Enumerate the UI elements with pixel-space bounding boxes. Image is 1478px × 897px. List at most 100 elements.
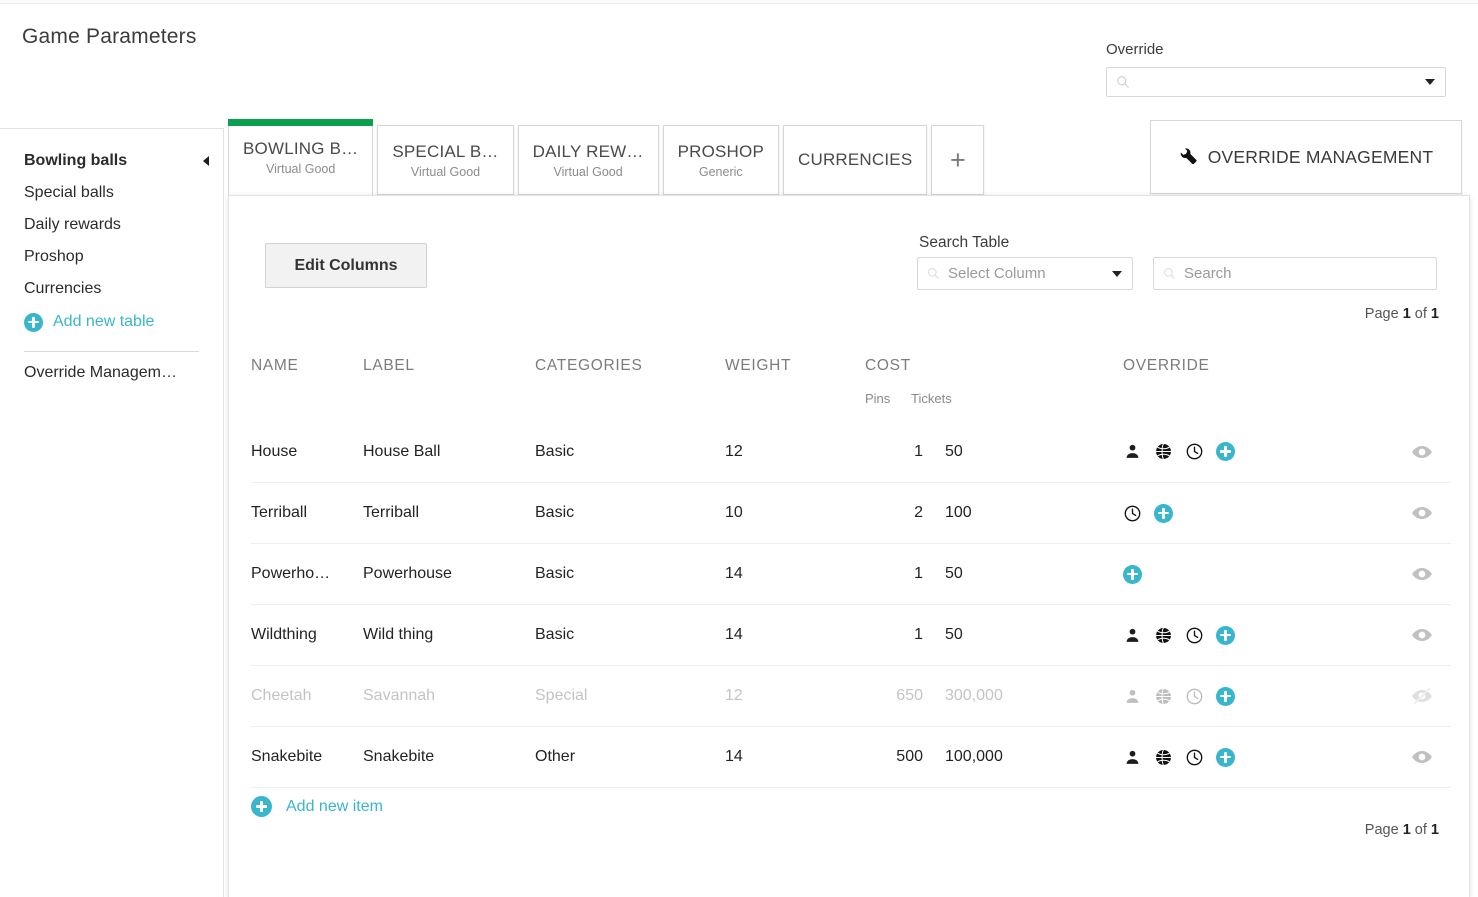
- pagination-bottom: Page 1 of 1: [1365, 822, 1439, 838]
- search-input-value: Search: [1184, 265, 1232, 282]
- cell-tickets: 300,000: [923, 687, 983, 705]
- active-tab-indicator: [228, 119, 373, 126]
- cell-visibility: [1283, 563, 1451, 585]
- eye-off-icon[interactable]: [1411, 685, 1433, 707]
- column-header-label[interactable]: LABEL: [363, 351, 535, 421]
- cell-name: Powerho…: [251, 565, 363, 583]
- pagination-prefix: Page: [1365, 306, 1403, 322]
- tab-daily-rewards[interactable]: DAILY REW… Virtual Good: [518, 125, 659, 195]
- eye-icon[interactable]: [1411, 624, 1433, 646]
- table-row[interactable]: Terriball Terriball Basic 10 2 100: [251, 482, 1451, 543]
- sidebar-item-daily-rewards[interactable]: Daily rewards: [0, 209, 223, 241]
- plus-circle-icon[interactable]: [1216, 442, 1235, 461]
- plus-circle-icon[interactable]: [1123, 565, 1142, 584]
- clock-icon[interactable]: [1185, 687, 1204, 706]
- add-tab-button[interactable]: +: [931, 125, 984, 195]
- tab-subtitle: Virtual Good: [266, 162, 335, 176]
- column-header-categories[interactable]: CATEGORIES: [535, 351, 725, 421]
- table-row[interactable]: Powerho… Powerhouse Basic 14 1 50: [251, 543, 1451, 604]
- user-icon[interactable]: [1123, 748, 1142, 767]
- plus-circle-icon[interactable]: [1154, 504, 1173, 523]
- plus-circle-icon[interactable]: [1216, 626, 1235, 645]
- cell-pins: 1: [865, 443, 923, 461]
- clock-icon[interactable]: [1185, 626, 1204, 645]
- sidebar-item-override-management[interactable]: Override Managem…: [0, 352, 223, 394]
- sidebar-item-bowling-balls[interactable]: Bowling balls: [0, 145, 223, 177]
- sidebar-item-label: Daily rewards: [24, 216, 121, 234]
- tab-currencies[interactable]: CURRENCIES: [783, 125, 927, 195]
- user-icon[interactable]: [1123, 442, 1142, 461]
- cell-categories: Basic: [535, 626, 725, 644]
- select-column-value: Select Column: [948, 265, 1046, 282]
- table-row[interactable]: House House Ball Basic 12 1 50: [251, 421, 1451, 482]
- user-icon[interactable]: [1123, 626, 1142, 645]
- cell-weight: 14: [725, 565, 865, 583]
- cost-subcolumns: Pins Tickets: [865, 375, 983, 406]
- chevron-down-icon: [1112, 271, 1122, 277]
- sidebar-item-special-balls[interactable]: Special balls: [0, 177, 223, 209]
- add-new-table-button[interactable]: Add new table: [0, 305, 223, 339]
- sidebar-list: Bowling balls Special balls Daily reward…: [0, 129, 223, 394]
- clock-icon[interactable]: [1123, 504, 1142, 523]
- cell-categories: Basic: [535, 443, 725, 461]
- cell-tickets: 50: [923, 443, 983, 461]
- plus-circle-icon[interactable]: [1216, 748, 1235, 767]
- chevron-left-icon[interactable]: [203, 156, 209, 166]
- add-new-table-label: Add new table: [53, 313, 154, 331]
- globe-icon[interactable]: [1154, 687, 1173, 706]
- table-row[interactable]: Cheetah Savannah Special 12 650 300,000: [251, 665, 1451, 726]
- top-strip: [0, 0, 1478, 4]
- tab-title: BOWLING B…: [243, 139, 358, 159]
- cell-visibility: [1283, 746, 1451, 768]
- pagination-middle: of: [1411, 306, 1431, 322]
- override-management-button[interactable]: OVERRIDE MANAGEMENT: [1150, 120, 1462, 194]
- cell-categories: Basic: [535, 504, 725, 522]
- sidebar-item-label: Override Managem…: [24, 364, 177, 382]
- cell-label: Snakebite: [363, 748, 535, 766]
- cell-tickets: 50: [923, 565, 983, 583]
- pagination-total: 1: [1431, 822, 1439, 838]
- clock-icon[interactable]: [1185, 748, 1204, 767]
- add-new-item-button[interactable]: Add new item: [251, 796, 383, 817]
- globe-icon[interactable]: [1154, 748, 1173, 767]
- cell-name: House: [251, 443, 363, 461]
- eye-icon[interactable]: [1411, 746, 1433, 768]
- eye-icon[interactable]: [1411, 441, 1433, 463]
- search-table-label: Search Table: [919, 234, 1009, 252]
- cell-name: Cheetah: [251, 687, 363, 705]
- cell-categories: Basic: [535, 565, 725, 583]
- eye-icon[interactable]: [1411, 563, 1433, 585]
- override-filter: Override: [1106, 41, 1446, 97]
- tab-special-balls[interactable]: SPECIAL B… Virtual Good: [377, 125, 513, 195]
- table-row[interactable]: Snakebite Snakebite Other 14 500 100,000: [251, 726, 1451, 787]
- table-row[interactable]: Wildthing Wild thing Basic 14 1 50: [251, 604, 1451, 665]
- cell-pins: 500: [865, 748, 923, 766]
- override-filter-select[interactable]: [1106, 67, 1446, 97]
- edit-columns-button[interactable]: Edit Columns: [265, 243, 427, 288]
- column-header-cost[interactable]: COST Pins Tickets: [865, 351, 983, 421]
- column-header-override[interactable]: OVERRIDE: [983, 351, 1210, 421]
- tab-subtitle: Virtual Good: [411, 165, 480, 179]
- plus-circle-icon[interactable]: [1216, 687, 1235, 706]
- select-column-dropdown[interactable]: Select Column: [917, 257, 1133, 290]
- sidebar-item-currencies[interactable]: Currencies: [0, 273, 223, 305]
- cell-categories: Special: [535, 687, 725, 705]
- clock-icon[interactable]: [1185, 442, 1204, 461]
- plus-circle-icon: [24, 313, 43, 332]
- add-new-item-label: Add new item: [286, 798, 383, 816]
- sidebar-item-proshop[interactable]: Proshop: [0, 241, 223, 273]
- column-header-name[interactable]: NAME: [251, 351, 363, 421]
- pagination-prefix: Page: [1365, 822, 1403, 838]
- tab-title: PROSHOP: [678, 142, 764, 162]
- tab-proshop[interactable]: PROSHOP Generic: [663, 125, 779, 195]
- search-input[interactable]: Search: [1153, 257, 1437, 290]
- cell-weight: 10: [725, 504, 865, 522]
- globe-icon[interactable]: [1154, 626, 1173, 645]
- tab-title: CURRENCIES: [798, 150, 912, 170]
- tab-title: SPECIAL B…: [392, 142, 498, 162]
- column-header-weight[interactable]: WEIGHT: [725, 351, 865, 421]
- tab-bowling-balls[interactable]: BOWLING B… Virtual Good: [228, 119, 373, 195]
- globe-icon[interactable]: [1154, 442, 1173, 461]
- eye-icon[interactable]: [1411, 502, 1433, 524]
- user-icon[interactable]: [1123, 687, 1142, 706]
